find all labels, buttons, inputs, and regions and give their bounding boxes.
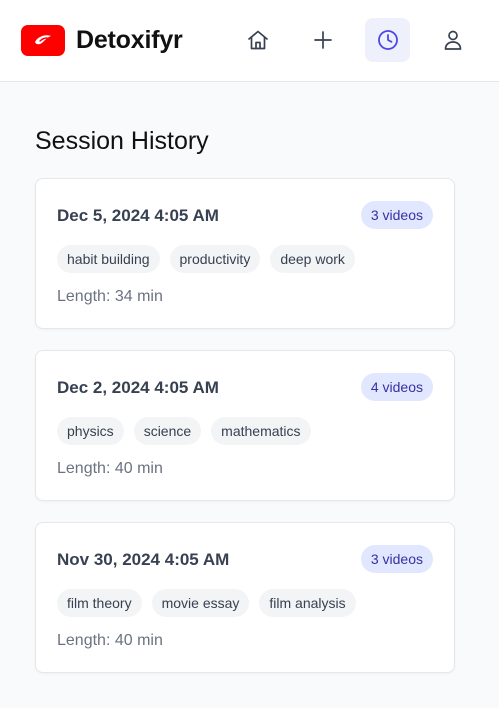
session-card[interactable]: Dec 2, 2024 4:05 AM 4 videos physics sci… bbox=[35, 350, 455, 501]
brand[interactable]: Detoxifyr bbox=[21, 24, 183, 56]
session-length: Length: 34 min bbox=[57, 288, 163, 305]
topic-tag: mathematics bbox=[211, 417, 311, 445]
user-icon bbox=[444, 30, 461, 50]
topic-tag: film theory bbox=[57, 589, 142, 617]
session-card[interactable]: Nov 30, 2024 4:05 AM 3 videos film theor… bbox=[35, 522, 455, 673]
topic-tag: deep work bbox=[270, 245, 355, 273]
session-date: Dec 2, 2024 4:05 AM bbox=[57, 378, 219, 397]
topic-tag: science bbox=[133, 417, 202, 445]
session-tags: physics science mathematics bbox=[57, 417, 311, 445]
topic-tag: habit building bbox=[57, 245, 160, 273]
clock-icon bbox=[377, 30, 398, 50]
video-count-badge: 4 videos bbox=[360, 373, 433, 401]
nav-home-button[interactable] bbox=[235, 18, 280, 62]
topic-tag: movie essay bbox=[151, 589, 250, 617]
session-length: Length: 40 min bbox=[57, 460, 163, 477]
session-tags: habit building productivity deep work bbox=[57, 245, 355, 273]
plus-icon bbox=[313, 31, 332, 49]
topic-tag: film analysis bbox=[259, 589, 356, 617]
top-navigation-bar: Detoxifyr bbox=[0, 0, 499, 82]
nav-profile-button[interactable] bbox=[430, 18, 475, 62]
session-length: Length: 40 min bbox=[57, 632, 163, 649]
app-name: Detoxifyr bbox=[76, 25, 183, 54]
nav-new-session-button[interactable] bbox=[300, 18, 345, 62]
topic-tag: productivity bbox=[169, 245, 261, 273]
session-date: Nov 30, 2024 4:05 AM bbox=[57, 550, 230, 569]
video-count-badge: 3 videos bbox=[360, 545, 433, 573]
app-logo-icon bbox=[21, 24, 65, 56]
session-tags: film theory movie essay film analysis bbox=[57, 589, 356, 617]
nav-history-button[interactable] bbox=[365, 18, 410, 62]
page-title: Session History bbox=[35, 127, 209, 155]
home-icon bbox=[247, 30, 268, 50]
session-card[interactable]: Dec 5, 2024 4:05 AM 3 videos habit build… bbox=[35, 178, 455, 329]
video-count-badge: 3 videos bbox=[360, 201, 433, 229]
topic-tag: physics bbox=[57, 417, 124, 445]
session-date: Dec 5, 2024 4:05 AM bbox=[57, 206, 219, 225]
